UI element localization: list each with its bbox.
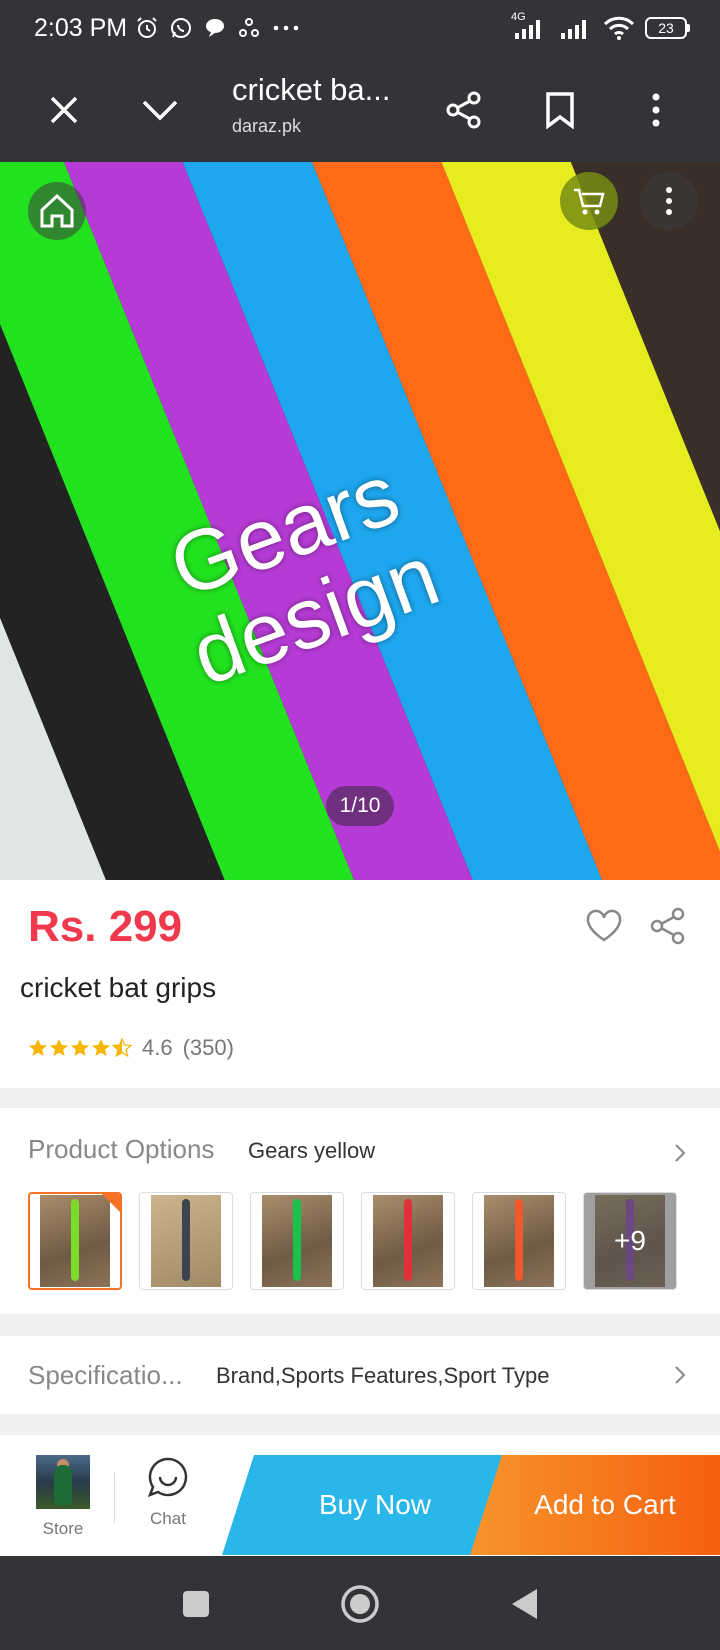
image-counter: 1/10 — [326, 786, 394, 826]
minimize-button[interactable] — [132, 82, 188, 138]
home-button[interactable] — [28, 182, 86, 240]
chevron-right-icon — [675, 1366, 686, 1384]
rating-stars — [28, 1038, 132, 1058]
share-product-button[interactable] — [646, 904, 690, 948]
whatsapp-icon — [171, 18, 192, 38]
battery-icon: 23 — [645, 17, 690, 39]
system-navigation-bar — [0, 1556, 720, 1650]
more-vertical-icon — [666, 187, 672, 215]
status-right: 4G 23 — [509, 11, 690, 41]
alarm-icon — [137, 17, 157, 38]
bottom-action-bar: Store Chat Buy Now Add to Cart — [0, 1434, 720, 1556]
browser-toolbar: cricket ba... daraz.pk — [0, 56, 720, 162]
page-domain: daraz.pk — [232, 116, 302, 136]
cart-button[interactable] — [560, 172, 618, 230]
signal-4g-icon: 4G — [509, 11, 549, 41]
recycle-icon — [239, 18, 260, 37]
option-thumbnails: +9 — [28, 1192, 677, 1290]
star-half-icon — [112, 1038, 132, 1058]
more-options-thumbnail[interactable]: +9 — [583, 1192, 677, 1290]
more-vertical-icon — [652, 93, 660, 127]
selected-corner-mark — [102, 1194, 120, 1212]
specification-label: Specificatio... — [28, 1360, 183, 1390]
product-info: Rs. 299 cricket bat grips 4.6 (350) — [0, 880, 720, 1088]
signal-icon — [561, 20, 586, 39]
more-options-button[interactable] — [640, 172, 698, 230]
option-thumbnail[interactable] — [361, 1192, 455, 1290]
chat-label: Chat — [150, 1509, 186, 1528]
browser-menu-button[interactable] — [628, 82, 684, 138]
status-time: 2:03 PM — [34, 13, 128, 42]
star-icon — [71, 1039, 89, 1056]
share-page-button[interactable] — [436, 82, 492, 138]
specification-value: Brand,Sports Features,Sport Type — [216, 1363, 550, 1388]
store-label: Store — [42, 1519, 84, 1538]
circle-icon — [341, 1585, 379, 1623]
chevron-down-icon — [142, 100, 178, 121]
home-nav-button[interactable] — [340, 1584, 380, 1624]
thumb-grip — [515, 1199, 523, 1281]
rating-row[interactable]: 4.6 (350) — [28, 1035, 234, 1061]
add-to-cart-button[interactable]: Add to Cart — [470, 1455, 720, 1555]
product-price: Rs. 299 — [28, 902, 183, 951]
specification-row[interactable]: Specificatio... Brand,Sports Features,Sp… — [0, 1336, 720, 1414]
chat-bubble-icon — [206, 19, 225, 37]
home-icon — [40, 193, 74, 228]
share-icon — [446, 91, 481, 129]
option-thumbnail[interactable] — [28, 1192, 122, 1290]
share-icon — [650, 907, 685, 945]
bookmark-icon — [546, 92, 574, 129]
option-thumbnail[interactable] — [472, 1192, 566, 1290]
rating-count: (350) — [182, 1035, 234, 1060]
star-icon — [29, 1039, 47, 1056]
buy-now-button[interactable]: Buy Now — [222, 1455, 508, 1555]
chevron-right-icon — [675, 1144, 686, 1162]
store-button[interactable]: Store — [34, 1455, 92, 1539]
more-notifications-icon — [273, 25, 299, 31]
thumb-grip — [404, 1199, 412, 1281]
divider — [114, 1473, 115, 1523]
page-title-block[interactable]: cricket ba... daraz.pk — [232, 72, 391, 137]
status-bar: 2:03 PM 4G 23 — [0, 0, 720, 56]
rating-value: 4.6 — [142, 1035, 173, 1060]
options-selected-value: Gears yellow — [248, 1138, 376, 1163]
square-icon — [183, 1591, 209, 1617]
back-triangle-icon — [512, 1589, 537, 1619]
notification-icons — [135, 16, 301, 40]
close-tab-button[interactable] — [36, 82, 92, 138]
options-label: Product Options — [28, 1134, 215, 1164]
bookmark-button[interactable] — [532, 82, 588, 138]
thumb-grip — [293, 1199, 301, 1281]
star-icon — [92, 1039, 110, 1056]
close-icon — [50, 96, 78, 124]
screen: 2:03 PM 4G 23 cricket ba... daraz.pk Gea… — [0, 0, 720, 1650]
recents-button[interactable] — [176, 1584, 216, 1624]
option-thumbnail[interactable] — [250, 1192, 344, 1290]
option-thumbnail[interactable] — [139, 1192, 233, 1290]
cart-icon — [574, 188, 605, 215]
star-icon — [50, 1039, 68, 1056]
thumb-grip — [71, 1199, 79, 1281]
heart-icon — [586, 909, 622, 942]
wishlist-button[interactable] — [582, 904, 626, 948]
page-title: cricket ba... — [232, 72, 391, 107]
product-options[interactable]: Product Options Gears yellow +9 — [0, 1108, 720, 1314]
chat-icon — [147, 1457, 188, 1498]
chat-button[interactable]: Chat — [136, 1457, 200, 1529]
store-avatar — [36, 1455, 90, 1509]
wifi-icon — [603, 16, 635, 40]
back-button[interactable] — [504, 1584, 544, 1624]
product-title: cricket bat grips — [20, 972, 217, 1003]
product-image-carousel[interactable]: Gears design 1/10 — [0, 162, 720, 880]
thumb-grip — [182, 1199, 190, 1281]
more-count: +9 — [584, 1193, 676, 1289]
